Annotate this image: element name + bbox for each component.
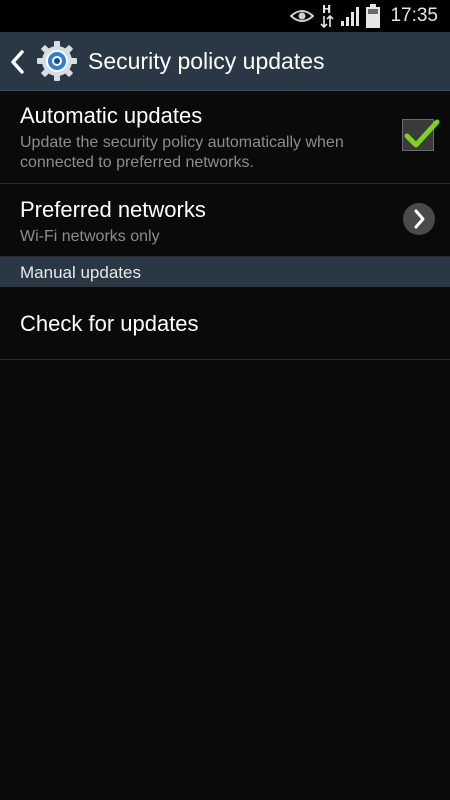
automatic-updates-checkbox[interactable] — [402, 119, 440, 151]
preferred-networks-subtitle: Wi-Fi networks only — [20, 228, 160, 245]
settings-list: Automatic updates Update the security po… — [0, 91, 450, 360]
check-for-updates-item[interactable]: Check for updates — [0, 287, 450, 360]
action-bar: Security policy updates — [0, 32, 450, 91]
status-icons: H 17:35 — [290, 0, 438, 32]
automatic-updates-title: Automatic updates — [20, 103, 203, 128]
battery-icon — [366, 4, 381, 28]
status-time: 17:35 — [390, 5, 438, 26]
automatic-updates-subtitle: Update the security policy automatically… — [20, 134, 344, 171]
chevron-right-icon[interactable] — [402, 202, 436, 241]
gear-icon[interactable] — [36, 40, 78, 87]
page-title: Security policy updates — [88, 48, 325, 74]
eye-icon — [290, 8, 315, 24]
svg-text:H: H — [322, 3, 331, 16]
preferred-networks-item[interactable]: Preferred networks Wi-Fi networks only — [0, 184, 450, 257]
check-for-updates-title: Check for updates — [20, 311, 199, 336]
checkmark-icon — [404, 119, 440, 148]
signal-icon — [340, 6, 360, 26]
chevron-left-icon[interactable] — [10, 50, 26, 79]
status-bar: H 17:35 — [0, 0, 450, 32]
section-header-label: Manual updates — [20, 263, 141, 282]
preferred-networks-title: Preferred networks — [20, 197, 206, 222]
automatic-updates-item[interactable]: Automatic updates Update the security po… — [0, 91, 450, 184]
section-header-manual-updates: Manual updates — [0, 257, 450, 287]
h-data-icon: H — [320, 3, 335, 29]
